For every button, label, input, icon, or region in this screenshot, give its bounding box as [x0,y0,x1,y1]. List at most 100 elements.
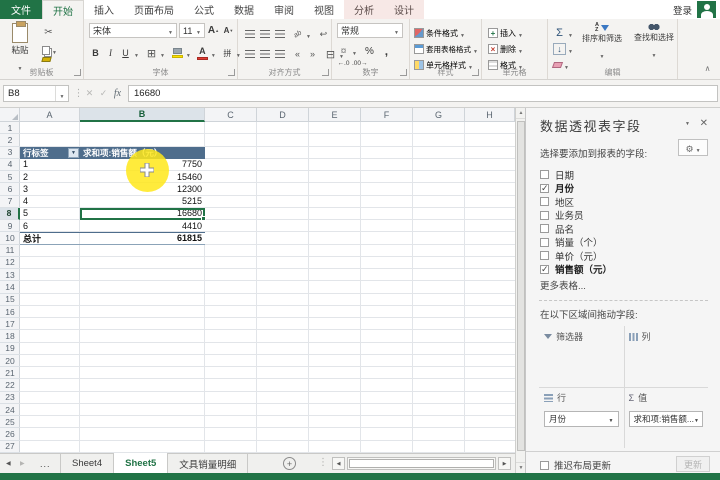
row-header-20[interactable]: 20 [0,355,20,367]
row-header-26[interactable]: 26 [0,428,20,440]
ribbon-tab-review[interactable]: 审阅 [264,0,304,19]
align-middle-button[interactable] [258,27,271,41]
decrease-indent-button[interactable] [291,47,304,61]
user-avatar-icon[interactable] [697,1,716,18]
row-header-5[interactable]: 5 [0,171,20,183]
column-header-C[interactable]: C [205,108,257,122]
comma-format-button[interactable] [380,44,393,58]
row-header-21[interactable]: 21 [0,367,20,379]
column-header-E[interactable]: E [309,108,361,122]
pivot-row-labels-header[interactable]: 行标签 [20,147,80,159]
font-name-select[interactable]: 宋体 [89,23,177,38]
field-checkbox-salesperson[interactable] [540,211,549,220]
ribbon-tab-data[interactable]: 数据 [224,0,264,19]
bold-button[interactable] [89,46,102,60]
collapse-ribbon-button[interactable] [701,61,714,75]
vertical-scroll-thumb[interactable] [517,121,525,451]
column-header-H[interactable]: H [465,108,515,122]
values-field-chip[interactable]: 求和项:销售额... [629,411,704,427]
format-painter-button[interactable] [42,57,51,62]
pane-options-icon[interactable] [685,120,690,127]
field-item-unit-price[interactable]: 单价（元） [540,249,710,262]
ribbon-tab-design[interactable]: 设计 [384,0,424,19]
row-header-6[interactable]: 6 [0,183,20,195]
sort-filter-button[interactable]: 排序和筛选 [576,23,628,63]
ribbon-tab-page-layout[interactable]: 页面布局 [124,0,184,19]
clipboard-dialog-launcher[interactable] [74,69,81,76]
more-tables-link[interactable]: 更多表格... [540,278,586,292]
underline-button[interactable] [119,46,132,60]
pane-close-icon[interactable] [700,118,708,129]
column-header-A[interactable]: A [20,108,80,122]
sheet-tab-overflow[interactable]: ... [40,454,51,473]
row-header-27[interactable]: 27 [0,441,20,453]
align-top-button[interactable] [243,27,256,41]
pivot-row-1[interactable]: 17750 [20,159,205,171]
filters-area[interactable]: 筛选器 [539,326,624,387]
column-header-D[interactable]: D [257,108,309,122]
formula-input[interactable]: 16680 [128,85,718,102]
row-header-9[interactable]: 9 [0,220,20,232]
font-dialog-launcher[interactable] [228,69,235,76]
ribbon-tab-analyze[interactable]: 分析 [344,0,384,19]
align-left-button[interactable] [243,47,256,61]
pivot-row-2[interactable]: 215460 [20,171,205,183]
column-header-G[interactable]: G [413,108,465,122]
field-checkbox-unit-price[interactable] [540,251,549,260]
sheet-tab-sheet4[interactable]: Sheet4 [60,454,114,473]
row-header-18[interactable]: 18 [0,330,20,342]
row-header-15[interactable]: 15 [0,294,20,306]
scroll-right-icon[interactable] [498,457,511,470]
file-tab[interactable]: 文件 [0,0,42,19]
sheet-nav-left-icon[interactable] [6,454,11,473]
number-format-select[interactable]: 常规 [337,23,403,38]
tools-button[interactable] [678,139,708,156]
row-header-16[interactable]: 16 [0,306,20,318]
italic-button[interactable] [104,46,117,60]
decrease-font-button[interactable] [222,24,235,38]
fill-handle[interactable] [201,216,206,221]
alignment-dialog-launcher[interactable] [322,69,329,76]
field-checkbox-date[interactable] [540,170,549,179]
confirm-entry-button[interactable] [96,85,111,102]
name-box[interactable]: B8 [3,85,69,102]
row-header-7[interactable]: 7 [0,196,20,208]
rows-field-chip[interactable]: 月份 [544,411,619,427]
font-size-select[interactable]: 11 [179,23,205,38]
row-header-13[interactable]: 13 [0,269,20,281]
update-button[interactable]: 更新 [676,456,710,472]
select-all-corner[interactable] [0,108,20,122]
horizontal-scrollbar[interactable] [347,457,496,470]
field-checkbox-sales-amount[interactable] [540,265,549,274]
orientation-button[interactable] [291,27,304,41]
rows-area[interactable]: 行 月份 [539,387,624,448]
ribbon-tab-home[interactable]: 开始 [42,0,84,19]
increase-font-button[interactable] [207,24,220,38]
find-select-button[interactable]: 查找和选择 [628,23,680,62]
align-bottom-button[interactable] [273,27,286,41]
row-header-12[interactable]: 12 [0,257,20,269]
cancel-entry-button[interactable] [82,85,97,102]
phonetic-guide-button[interactable] [221,46,234,60]
row-header-8[interactable]: 8 [0,208,20,220]
columns-area[interactable]: 列 [624,326,709,387]
wrap-text-button[interactable] [317,27,330,41]
cut-button[interactable] [42,25,55,39]
pivot-grand-total-row[interactable]: 总计 61815 [20,232,205,244]
row-header-11[interactable]: 11 [0,245,20,257]
field-item-salesperson[interactable]: 业务员 [540,209,710,222]
align-right-button[interactable] [273,47,286,61]
sheet-nav-right-icon[interactable] [20,454,25,473]
sheet-tab-sheet5[interactable]: Sheet5 [114,453,168,473]
row-header-17[interactable]: 17 [0,318,20,330]
new-sheet-button[interactable] [283,457,296,470]
column-header-B[interactable]: B [80,108,205,122]
field-checkbox-product-name[interactable] [540,224,549,233]
field-item-quantity[interactable]: 销量（个） [540,236,710,249]
pivot-row-3[interactable]: 312300 [20,183,205,195]
number-dialog-launcher[interactable] [400,69,407,76]
field-item-region[interactable]: 地区 [540,195,710,208]
grid-body[interactable]: 行标签 求和项:销售额（元） 1775021546031230045215516… [20,122,515,453]
field-checkbox-quantity[interactable] [540,238,549,247]
row-header-25[interactable]: 25 [0,416,20,428]
